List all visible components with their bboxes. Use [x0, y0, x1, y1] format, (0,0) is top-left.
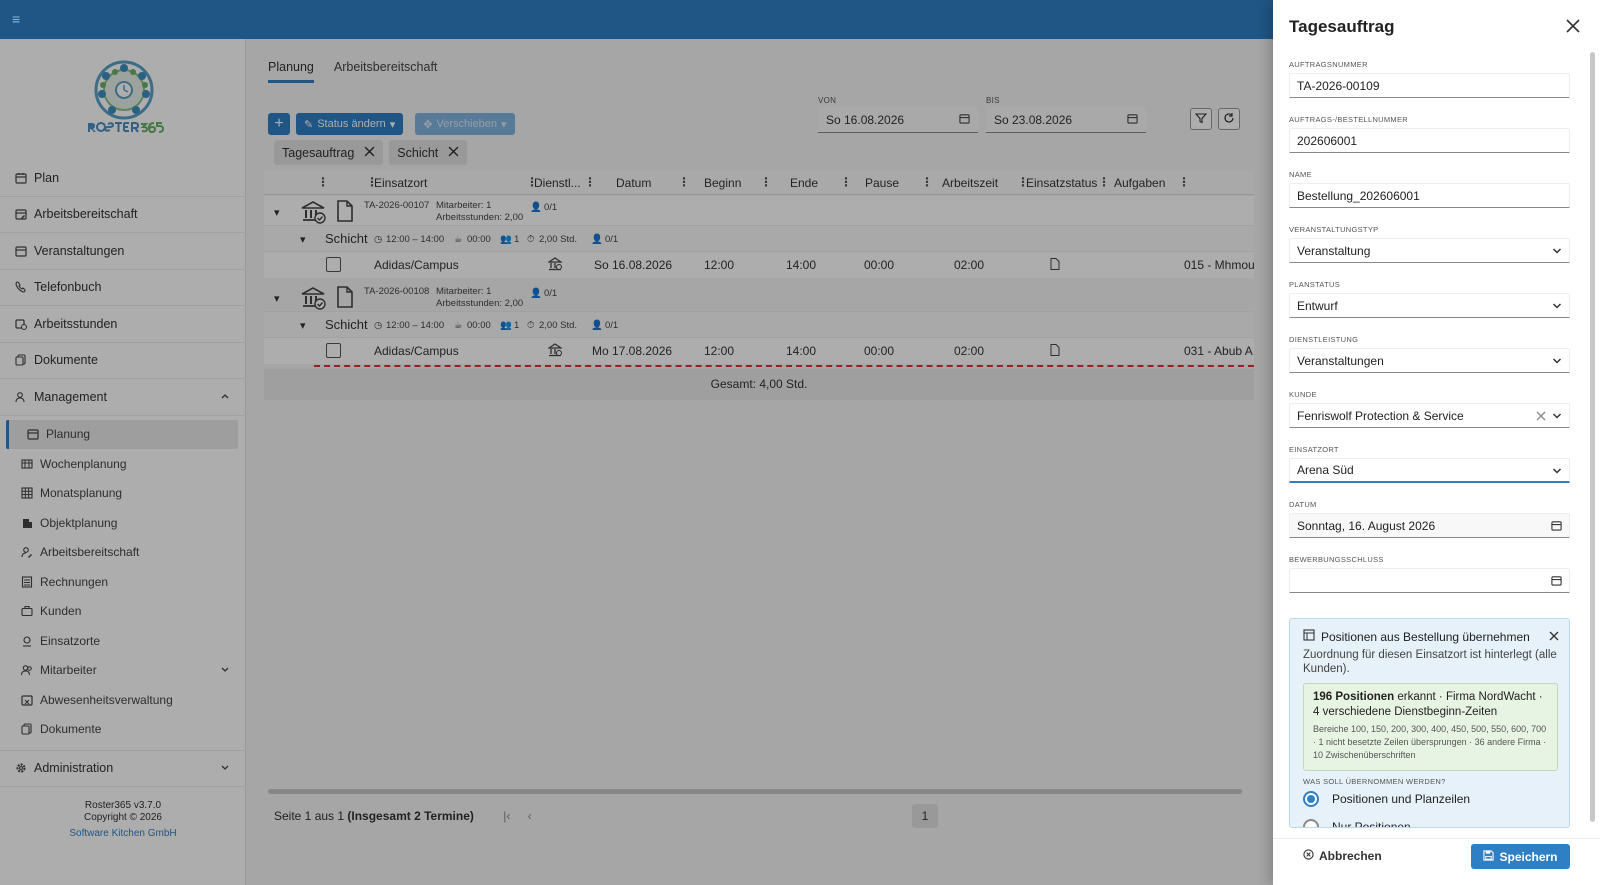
close-icon[interactable] [1566, 19, 1582, 35]
auftragsnummer-field[interactable]: Auftragsnummer TA-2026-00109 [1289, 60, 1570, 98]
radio-unselected[interactable] [1303, 819, 1319, 827]
bewerbungsschluss-field[interactable]: Bewerbungsschluss [1289, 555, 1570, 593]
field-value: Fenriswolf Protection & Service [1297, 408, 1464, 423]
chevron-down-icon[interactable] [1552, 245, 1562, 259]
kunde-select[interactable]: Fenriswolf Protection & Service [1289, 403, 1570, 428]
import-positions-panel: Positionen aus Bestellung übernehmen Zuo… [1289, 618, 1570, 828]
field-label: Veranstaltungstyp [1289, 225, 1379, 234]
drawer-scrollbar[interactable] [1590, 52, 1595, 822]
radio-label: Nur Positionen [1332, 820, 1411, 828]
field-value: 202606001 [1297, 133, 1358, 148]
drawer-footer: Abbrechen Speichern [1273, 838, 1600, 885]
field-label: Datum [1289, 500, 1317, 509]
cancel-circle-icon [1303, 849, 1314, 863]
import-question: WAS SOLL ÜBERNOMMEN WERDEN? [1303, 777, 1446, 786]
cancel-button[interactable]: Abbrechen [1303, 849, 1382, 863]
field-value: TA-2026-00109 [1297, 78, 1380, 93]
cancel-label: Abbrechen [1319, 849, 1382, 863]
chevron-down-icon[interactable] [1552, 410, 1562, 424]
chevron-down-icon[interactable] [1552, 300, 1562, 314]
veranstaltungstyp-field[interactable]: Veranstaltungstyp Veranstaltung [1289, 225, 1570, 263]
dienstleistung-field[interactable]: Dienstleistung Veranstaltungen [1289, 335, 1570, 373]
radio-selected[interactable] [1303, 791, 1319, 807]
field-label: Auftrags-/Bestellnummer [1289, 115, 1408, 124]
radio-positions-only[interactable]: Nur Positionen [1303, 819, 1411, 828]
positions-count: 196 Positionen [1313, 691, 1395, 703]
import-panel-title: Positionen aus Bestellung übernehmen [1321, 629, 1530, 644]
dienstleistung-select[interactable]: Veranstaltungen [1289, 348, 1570, 373]
name-field[interactable]: Name Bestellung_202606001 [1289, 170, 1570, 208]
clear-icon[interactable] [1536, 410, 1546, 424]
bestellnummer-input[interactable]: 202606001 [1289, 128, 1570, 153]
field-label: Name [1289, 170, 1312, 179]
positions-details: Bereiche 100, 150, 200, 300, 400, 450, 5… [1313, 724, 1547, 760]
calendar-icon[interactable] [1551, 575, 1562, 589]
close-icon[interactable] [1549, 630, 1559, 644]
field-value: Veranstaltungen [1297, 353, 1384, 368]
detection-summary: 196 Positionen erkannt · Firma NordWacht… [1303, 683, 1558, 771]
chevron-down-icon[interactable] [1552, 465, 1562, 479]
field-value: Veranstaltung [1297, 243, 1371, 258]
kunde-field[interactable]: Kunde Fenriswolf Protection & Service [1289, 390, 1570, 428]
field-value: Entwurf [1297, 298, 1338, 313]
field-value: Bestellung_202606001 [1297, 188, 1420, 203]
import-panel-description: Zuordnung für diesen Einsatzort ist hint… [1303, 649, 1557, 675]
name-input[interactable]: Bestellung_202606001 [1289, 183, 1570, 208]
calendar-icon[interactable] [1551, 520, 1562, 534]
save-button[interactable]: Speichern [1471, 844, 1570, 869]
field-label: Dienstleistung [1289, 335, 1359, 344]
radio-positions-and-plan-lines[interactable]: Positionen und Planzeilen [1303, 791, 1470, 807]
field-label: Einsatzort [1289, 445, 1339, 454]
chevron-down-icon[interactable] [1552, 355, 1562, 369]
radio-label: Positionen und Planzeilen [1332, 792, 1471, 806]
field-label: Kunde [1289, 390, 1317, 399]
planstatus-select[interactable]: Entwurf [1289, 293, 1570, 318]
field-label: Auftragsnummer [1289, 60, 1368, 69]
veranstaltungstyp-select[interactable]: Veranstaltung [1289, 238, 1570, 263]
planstatus-field[interactable]: Planstatus Entwurf [1289, 280, 1570, 318]
auftragsnummer-input[interactable]: TA-2026-00109 [1289, 73, 1570, 98]
field-value: Sonntag, 16. August 2026 [1297, 518, 1436, 533]
tagesauftrag-drawer: Tagesauftrag Auftragsnummer TA-2026-0010… [1273, 0, 1600, 885]
bewerbungsschluss-input[interactable] [1289, 568, 1570, 593]
import-panel-header: Positionen aus Bestellung übernehmen [1303, 629, 1530, 644]
table-import-icon [1303, 629, 1315, 644]
datum-field[interactable]: Datum Sonntag, 16. August 2026 [1289, 500, 1570, 538]
einsatzort-select[interactable]: Arena Süd [1289, 458, 1570, 483]
field-value: Arena Süd [1297, 463, 1354, 477]
bestellnummer-field[interactable]: Auftrags-/Bestellnummer 202606001 [1289, 115, 1570, 153]
field-label: Bewerbungsschluss [1289, 555, 1384, 564]
einsatzort-field[interactable]: Einsatzort Arena Süd [1289, 445, 1570, 483]
field-label: Planstatus [1289, 280, 1341, 289]
save-icon [1483, 849, 1495, 864]
save-label: Speichern [1499, 849, 1558, 864]
datum-input[interactable]: Sonntag, 16. August 2026 [1289, 513, 1570, 538]
drawer-title: Tagesauftrag [1289, 17, 1395, 36]
